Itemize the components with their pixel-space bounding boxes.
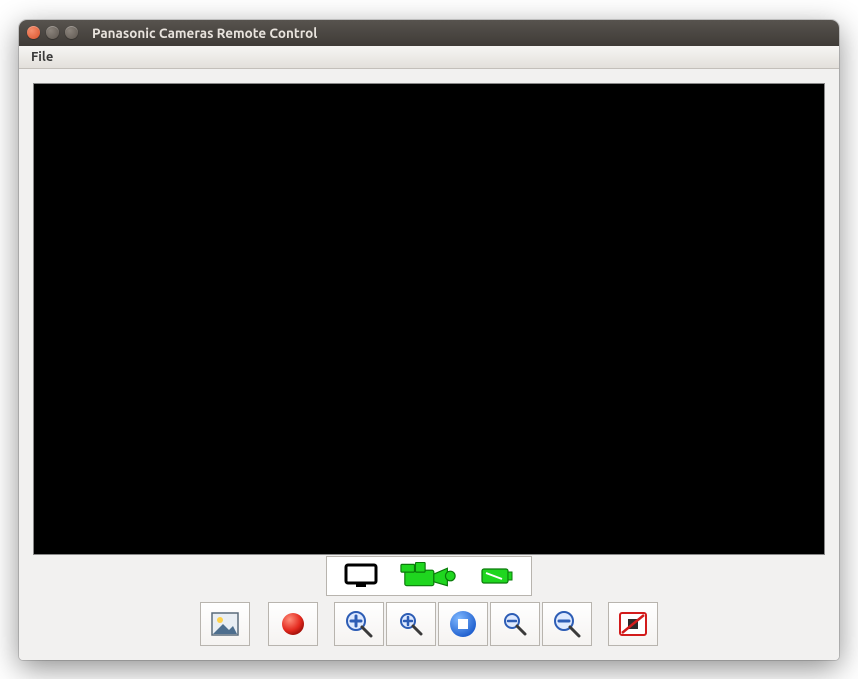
playback-mode-button[interactable] xyxy=(467,561,527,591)
camcorder-mode-button[interactable] xyxy=(399,561,459,591)
mode-strip xyxy=(326,556,532,596)
zoom-out-step-button[interactable] xyxy=(490,602,540,646)
stop-capture-icon xyxy=(618,611,648,637)
zoom-group xyxy=(334,602,592,646)
record-button[interactable] xyxy=(268,602,318,646)
zoom-in-step-icon xyxy=(397,610,425,638)
toolbar xyxy=(200,602,658,646)
window-minimize-button[interactable] xyxy=(46,26,59,39)
picture-icon xyxy=(211,612,239,636)
capture-group xyxy=(200,602,318,646)
controls-container xyxy=(33,555,825,646)
camcorder-icon xyxy=(399,562,459,590)
content-area xyxy=(19,69,839,660)
titlebar: Panasonic Cameras Remote Control xyxy=(19,20,839,46)
menu-file[interactable]: File xyxy=(25,48,59,66)
zoom-in-button[interactable] xyxy=(334,602,384,646)
display-mode-button[interactable] xyxy=(331,561,391,591)
window-close-button[interactable] xyxy=(27,26,40,39)
zoom-out-icon xyxy=(552,609,582,639)
stop-group xyxy=(608,602,658,646)
window-title: Panasonic Cameras Remote Control xyxy=(92,25,317,41)
zoom-out-button[interactable] xyxy=(542,602,592,646)
stop-capture-button[interactable] xyxy=(608,602,658,646)
app-window: Panasonic Cameras Remote Control File xyxy=(19,20,839,660)
zoom-in-icon xyxy=(344,609,374,639)
record-icon xyxy=(280,611,306,637)
zoom-fit-icon xyxy=(448,609,478,639)
snapshot-button[interactable] xyxy=(200,602,250,646)
monitor-icon xyxy=(344,563,378,589)
window-maximize-button[interactable] xyxy=(65,26,78,39)
video-preview xyxy=(33,83,825,555)
zoom-in-step-button[interactable] xyxy=(386,602,436,646)
zoom-fit-button[interactable] xyxy=(438,602,488,646)
playback-icon xyxy=(480,565,514,587)
menubar: File xyxy=(19,46,839,69)
zoom-out-step-icon xyxy=(501,610,529,638)
